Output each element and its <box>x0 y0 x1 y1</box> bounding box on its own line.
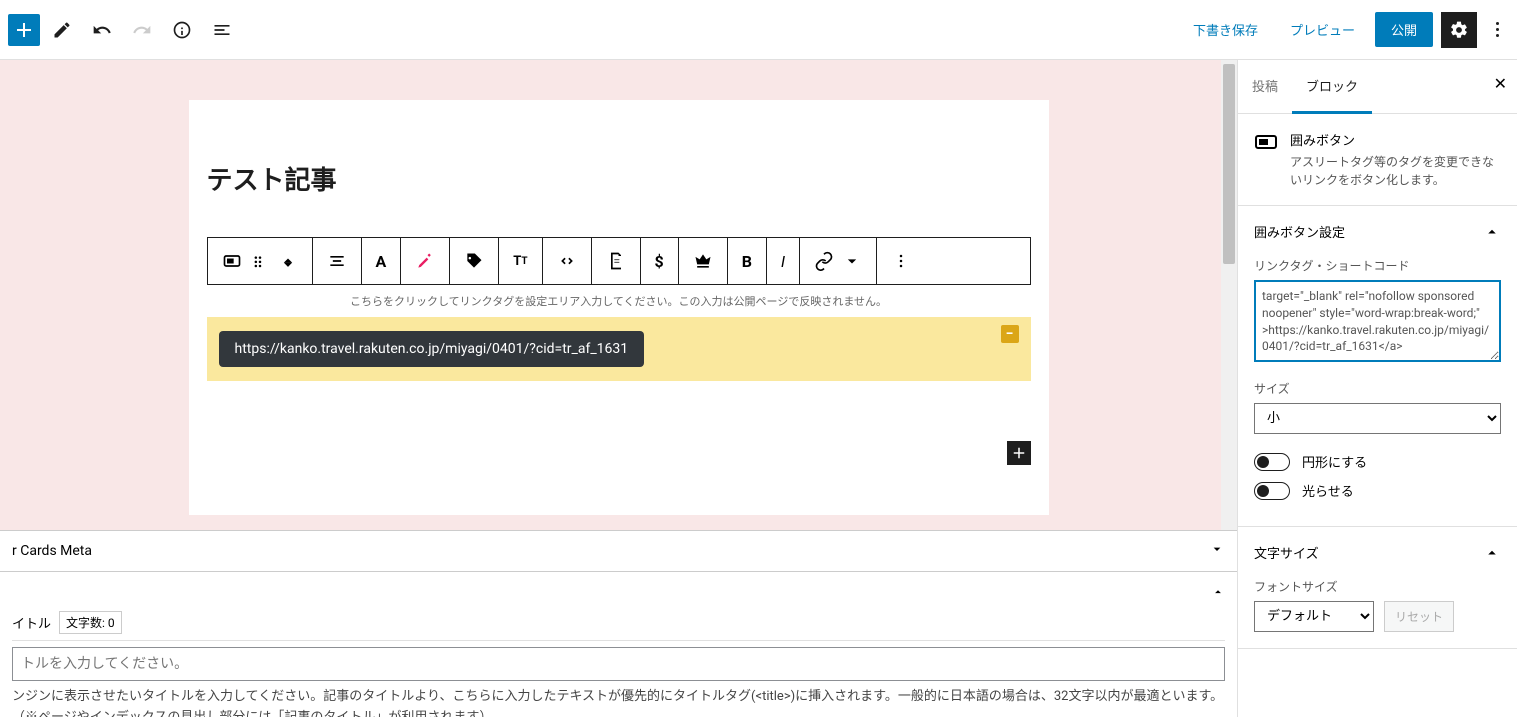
toggle-glow-label: 光らせる <box>1302 481 1354 500</box>
editor-column: テスト記事 A TT $ B <box>0 60 1237 717</box>
redo-button[interactable] <box>124 12 160 48</box>
meta-panel-title: r Cards Meta <box>12 543 92 559</box>
label-linktag: リンクタグ・ショートコード <box>1254 257 1501 274</box>
link-tool-button[interactable] <box>800 238 877 284</box>
meta-panel: r Cards Meta イトル 文字数: 0 ンジンに表示させたいタイトルを入… <box>0 530 1237 717</box>
minus-icon[interactable]: − <box>1001 325 1019 343</box>
tag-button[interactable] <box>450 238 499 284</box>
toggle-glow[interactable] <box>1254 482 1290 500</box>
document-button[interactable] <box>592 238 641 284</box>
block-type-button[interactable] <box>208 238 313 284</box>
meta-title-input[interactable] <box>12 647 1225 681</box>
save-draft-button[interactable]: 下書き保存 <box>1181 12 1270 47</box>
panel-button-settings[interactable]: 囲みボタン設定 <box>1238 206 1517 257</box>
block-name: 囲みボタン <box>1290 130 1501 149</box>
text-color-button[interactable]: A <box>362 238 402 284</box>
bold-button[interactable]: B <box>728 238 767 284</box>
meta-title-label: イトル <box>12 613 51 632</box>
block-icon <box>1254 130 1278 154</box>
undo-button[interactable] <box>84 12 120 48</box>
link-block[interactable]: https://kanko.travel.rakuten.co.jp/miyag… <box>207 317 1031 381</box>
meta-collapse-button[interactable] <box>1209 541 1225 561</box>
reset-button[interactable]: リセット <box>1384 601 1454 632</box>
highlight-button[interactable] <box>401 238 450 284</box>
top-toolbar: 下書き保存 プレビュー 公開 <box>0 0 1517 60</box>
publish-button[interactable]: 公開 <box>1375 12 1433 47</box>
helper-text: こちらをクリックしてリンクタグを設定エリア入力してください。この入力は公開ページ… <box>207 293 1031 309</box>
currency-button[interactable]: $ <box>641 238 679 284</box>
fontsize-select[interactable]: デフォルト <box>1254 601 1374 632</box>
link-pill: https://kanko.travel.rakuten.co.jp/miyag… <box>219 331 645 367</box>
label-fontsize: フォントサイズ <box>1254 578 1501 595</box>
toggle-circle[interactable] <box>1254 453 1290 471</box>
meta-scroll-up[interactable] <box>1211 584 1225 603</box>
editor-scrollbar[interactable] <box>1221 60 1237 530</box>
chevron-up-icon <box>1483 544 1501 562</box>
tab-block[interactable]: ブロック <box>1292 60 1372 114</box>
chevron-up-icon <box>1483 223 1501 241</box>
preview-button[interactable]: プレビュー <box>1278 12 1367 47</box>
add-block-inline-button[interactable] <box>1007 441 1031 465</box>
outline-button[interactable] <box>204 12 240 48</box>
fontsize-tool-button[interactable]: TT <box>499 238 542 284</box>
sidebar-close-button[interactable]: ✕ <box>1494 74 1507 93</box>
crown-button[interactable] <box>679 238 728 284</box>
settings-button[interactable] <box>1441 12 1477 48</box>
edit-mode-button[interactable] <box>44 12 80 48</box>
toggle-circle-label: 円形にする <box>1302 452 1367 471</box>
block-description: アスリートタグ等のタグを変更できないリンクをボタン化します。 <box>1290 153 1501 189</box>
code-button[interactable] <box>543 238 592 284</box>
settings-sidebar: 投稿 ブロック ✕ 囲みボタン アスリートタグ等のタグを変更できないリンクをボタ… <box>1237 60 1517 717</box>
post-title[interactable]: テスト記事 <box>207 160 1031 197</box>
block-toolbar: A TT $ B I <box>207 237 1031 285</box>
add-block-button[interactable] <box>8 14 40 46</box>
align-button[interactable] <box>313 238 362 284</box>
meta-char-count: 文字数: 0 <box>59 611 122 634</box>
block-more-button[interactable] <box>877 238 925 284</box>
panel-fontsize[interactable]: 文字サイズ <box>1238 527 1517 578</box>
meta-title-description: ンジンに表示させたいタイトルを入力してください。記事のタイトルより、こちらに入力… <box>12 687 1225 717</box>
label-size: サイズ <box>1254 380 1501 397</box>
italic-button[interactable]: I <box>767 238 800 284</box>
info-button[interactable] <box>164 12 200 48</box>
linktag-textarea[interactable]: target="_blank" rel="nofollow sponsored … <box>1254 280 1501 362</box>
size-select[interactable]: 小 <box>1254 403 1501 434</box>
tab-post[interactable]: 投稿 <box>1238 60 1292 113</box>
more-menu-button[interactable] <box>1485 12 1509 48</box>
